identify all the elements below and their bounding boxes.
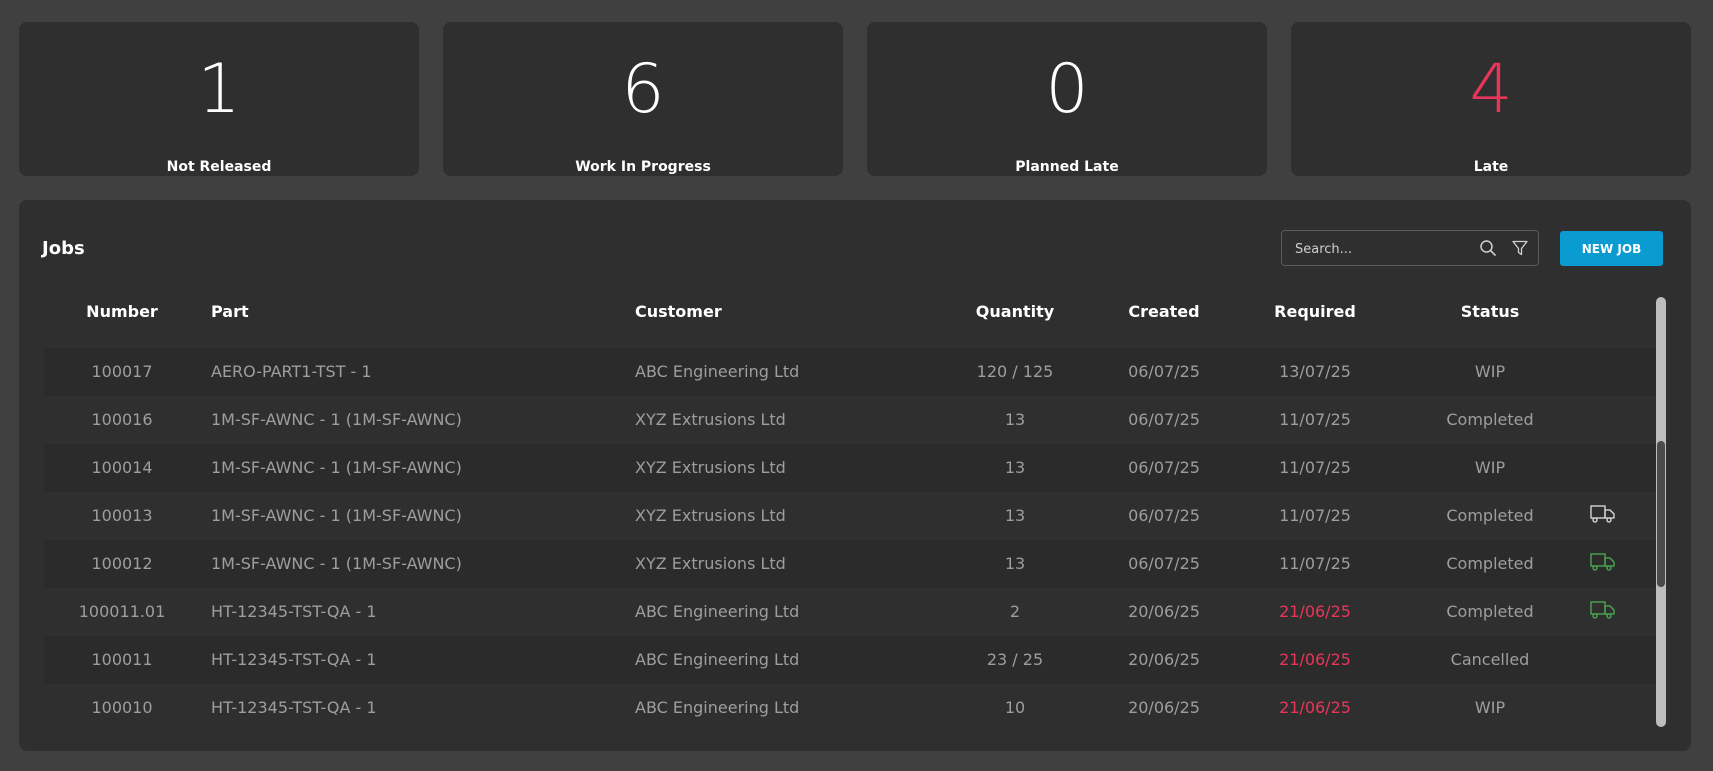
table-row[interactable]: 100017 AERO-PART1-TST - 1 ABC Engineering …	[44, 348, 1656, 396]
stat-value: 6	[621, 50, 665, 129]
column-header-part[interactable]: Part	[211, 288, 611, 348]
cell-quantity: 13	[1004, 554, 1026, 573]
stat-card-not-released[interactable]: 1 Not Released	[19, 22, 419, 176]
cell-status: Completed	[1446, 554, 1534, 573]
cell-number: 100017	[91, 362, 153, 381]
cell-status: Completed	[1446, 506, 1534, 525]
jobs-table: Number Part Customer Quantity Created Re…	[44, 288, 1656, 728]
cell-created: 06/07/25	[1128, 458, 1200, 477]
cell-quantity: 10	[1004, 698, 1026, 717]
cell-created: 20/06/25	[1128, 698, 1200, 717]
table-body: 100017 AERO-PART1-TST - 1 ABC Engineering …	[44, 348, 1656, 728]
cell-part: HT-12345-TST-QA - 1	[211, 650, 377, 669]
delivery-truck-icon[interactable]	[1590, 504, 1618, 528]
cell-customer: XYZ Extrusions Ltd	[635, 554, 786, 573]
cell-customer: XYZ Extrusions Ltd	[635, 506, 786, 525]
cell-customer: ABC Engineering Ltd	[635, 698, 800, 717]
cell-quantity: 2	[1009, 602, 1021, 621]
delivery-truck-icon[interactable]	[1590, 552, 1618, 576]
cell-number: 100014	[91, 458, 153, 477]
cell-quantity: 13	[1004, 458, 1026, 477]
stat-value: 1	[197, 50, 241, 129]
new-job-button[interactable]: NEW JOB	[1560, 231, 1663, 266]
stats-bar: 1 Not Released 6 Work In Progress 0 Plan…	[19, 22, 1691, 176]
cell-quantity: 13	[1004, 506, 1026, 525]
cell-quantity: 120 / 125	[976, 362, 1054, 381]
cell-required: 11/07/25	[1279, 458, 1351, 477]
table-row[interactable]: 100012 1M-SF-AWNC - 1 (1M-SF-AWNC) XYZ Ext…	[44, 540, 1656, 588]
cell-status: WIP	[1474, 362, 1506, 381]
cell-part: AERO-PART1-TST - 1	[211, 362, 372, 381]
stat-card-planned-late[interactable]: 0 Planned Late	[867, 22, 1267, 176]
scrollbar-thumb[interactable]	[1657, 441, 1665, 587]
column-header-created[interactable]: Created	[1114, 288, 1214, 348]
stat-value: 4	[1469, 50, 1513, 129]
cell-part: 1M-SF-AWNC - 1 (1M-SF-AWNC)	[211, 458, 462, 477]
stat-label: Not Released	[166, 159, 272, 175]
column-header-number[interactable]: Number	[44, 288, 200, 348]
cell-customer: ABC Engineering Ltd	[635, 602, 800, 621]
cell-status: WIP	[1474, 698, 1506, 717]
column-header-quantity[interactable]: Quantity	[965, 288, 1065, 348]
delivery-truck-icon[interactable]	[1590, 600, 1618, 624]
cell-created: 20/06/25	[1128, 602, 1200, 621]
cell-part: 1M-SF-AWNC - 1 (1M-SF-AWNC)	[211, 554, 462, 573]
cell-created: 06/07/25	[1128, 362, 1200, 381]
cell-part: HT-12345-TST-QA - 1	[211, 698, 377, 717]
cell-quantity: 13	[1004, 410, 1026, 429]
search-box	[1281, 230, 1539, 267]
cell-status: WIP	[1474, 458, 1506, 477]
cell-part: 1M-SF-AWNC - 1 (1M-SF-AWNC)	[211, 410, 462, 429]
cell-required: 11/07/25	[1279, 506, 1351, 525]
stat-card-work-in-progress[interactable]: 6 Work In Progress	[443, 22, 843, 176]
cell-required: 21/06/25	[1279, 602, 1351, 621]
cell-number: 100016	[91, 410, 153, 429]
column-header-required[interactable]: Required	[1265, 288, 1365, 348]
column-header-customer[interactable]: Customer	[635, 288, 935, 348]
table-row[interactable]: 100010 HT-12345-TST-QA - 1 ABC Engineering…	[44, 684, 1656, 728]
jobs-title: Jobs	[42, 238, 85, 259]
cell-quantity: 23 / 25	[986, 650, 1044, 669]
table-row[interactable]: 100016 1M-SF-AWNC - 1 (1M-SF-AWNC) XYZ Ext…	[44, 396, 1656, 444]
cell-number: 100013	[91, 506, 153, 525]
cell-required: 13/07/25	[1279, 362, 1351, 381]
stat-label: Work In Progress	[575, 159, 711, 175]
cell-required: 21/06/25	[1279, 698, 1351, 717]
stat-card-late[interactable]: 4 Late	[1291, 22, 1691, 176]
cell-created: 20/06/25	[1128, 650, 1200, 669]
jobs-panel: Jobs NEW JOB Number Part Customer Quanti…	[19, 200, 1691, 751]
filter-icon[interactable]	[1511, 239, 1529, 257]
cell-number: 100011	[91, 650, 153, 669]
cell-number: 100010	[91, 698, 153, 717]
cell-required: 11/07/25	[1279, 554, 1351, 573]
table-row[interactable]: 100011 HT-12345-TST-QA - 1 ABC Engineering…	[44, 636, 1656, 684]
cell-status: Cancelled	[1450, 650, 1530, 669]
cell-required: 11/07/25	[1279, 410, 1351, 429]
cell-customer: ABC Engineering Ltd	[635, 362, 800, 381]
table-header: Number Part Customer Quantity Created Re…	[44, 288, 1656, 348]
column-header-status[interactable]: Status	[1415, 288, 1565, 348]
table-row[interactable]: 100014 1M-SF-AWNC - 1 (1M-SF-AWNC) XYZ Ext…	[44, 444, 1656, 492]
table-row[interactable]: 100013 1M-SF-AWNC - 1 (1M-SF-AWNC) XYZ Ext…	[44, 492, 1656, 540]
table-scrollbar[interactable]	[1656, 297, 1666, 727]
cell-status: Completed	[1446, 410, 1534, 429]
cell-number: 100011.01	[78, 602, 166, 621]
cell-required: 21/06/25	[1279, 650, 1351, 669]
cell-created: 06/07/25	[1128, 506, 1200, 525]
cell-status: Completed	[1446, 602, 1534, 621]
cell-customer: XYZ Extrusions Ltd	[635, 458, 786, 477]
cell-number: 100012	[91, 554, 153, 573]
cell-part: 1M-SF-AWNC - 1 (1M-SF-AWNC)	[211, 506, 462, 525]
cell-customer: XYZ Extrusions Ltd	[635, 410, 786, 429]
stat-value: 0	[1045, 50, 1089, 129]
search-input[interactable]	[1293, 231, 1477, 267]
stat-label: Late	[1473, 159, 1509, 175]
cell-customer: ABC Engineering Ltd	[635, 650, 800, 669]
search-icon[interactable]	[1479, 239, 1497, 257]
stat-label: Planned Late	[1015, 159, 1119, 175]
cell-part: HT-12345-TST-QA - 1	[211, 602, 377, 621]
cell-created: 06/07/25	[1128, 554, 1200, 573]
cell-created: 06/07/25	[1128, 410, 1200, 429]
table-row[interactable]: 100011.01 HT-12345-TST-QA - 1 ABC Engineer…	[44, 588, 1656, 636]
